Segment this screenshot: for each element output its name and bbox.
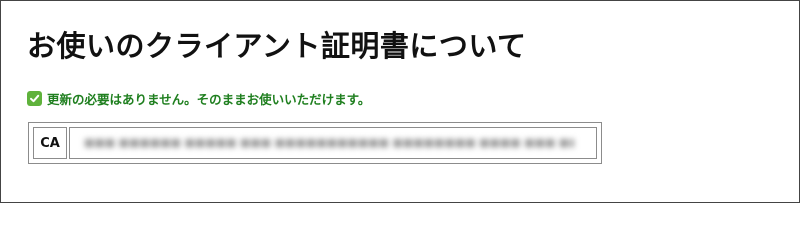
page-title: お使いのクライアント証明書について (27, 29, 527, 63)
redacted-text: ■■■ ■■■■■■ ■■■■■ ■■■ ■■■■■■■■■■■ ■■■■■■■… (84, 136, 574, 149)
certificate-table: CA ■■■ ■■■■■■ ■■■■■ ■■■ ■■■■■■■■■■■ ■■■■… (28, 122, 602, 164)
status-message-row: 更新の必要はありません。そのままお使いいただけます。 (27, 90, 371, 107)
ca-label: CA (33, 127, 67, 159)
status-message: 更新の必要はありません。そのままお使いいただけます。 (47, 91, 371, 107)
table-row: CA ■■■ ■■■■■■ ■■■■■ ■■■ ■■■■■■■■■■■ ■■■■… (33, 127, 597, 159)
ca-value-redacted: ■■■ ■■■■■■ ■■■■■ ■■■ ■■■■■■■■■■■ ■■■■■■■… (69, 127, 597, 159)
page-frame: お使いのクライアント証明書について 更新の必要はありません。そのままお使いいただ… (0, 0, 800, 203)
check-mark-icon (27, 90, 42, 106)
